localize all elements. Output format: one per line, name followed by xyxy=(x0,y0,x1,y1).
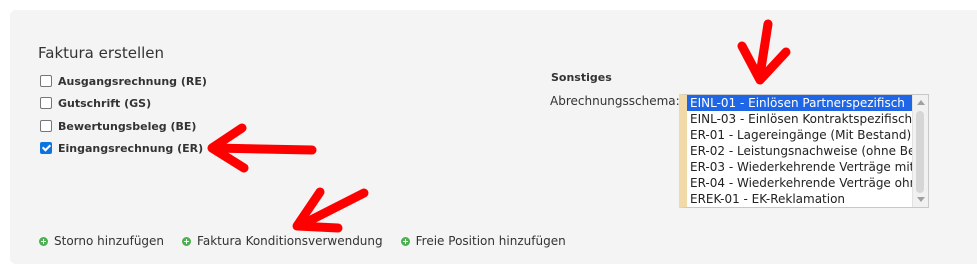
annotation-arrows xyxy=(207,19,791,233)
annotation-arrow-icon xyxy=(207,123,317,173)
annotation-arrow-icon xyxy=(292,187,369,233)
annotation-arrow-icon xyxy=(737,19,791,85)
